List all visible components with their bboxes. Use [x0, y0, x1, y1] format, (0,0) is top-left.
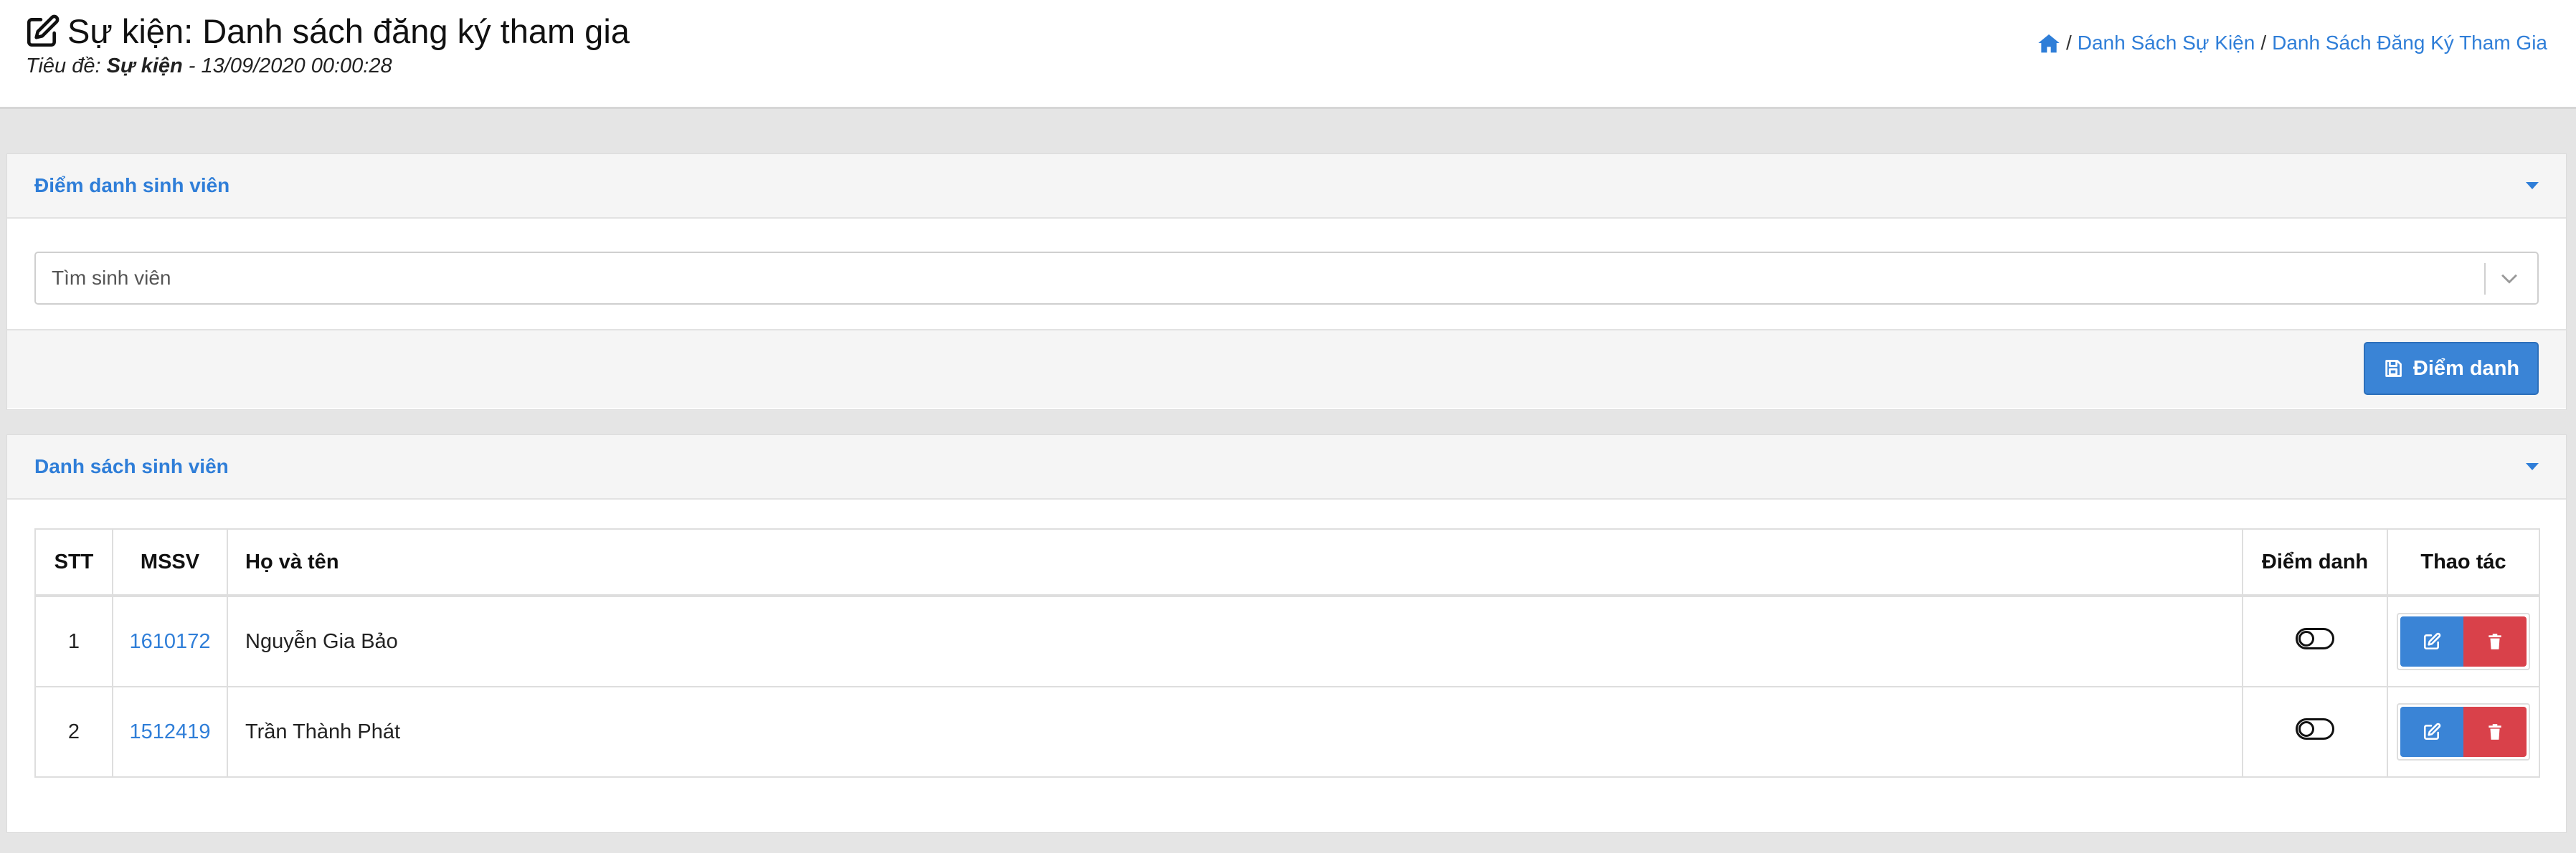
attendance-panel-title: Điểm danh sinh viên — [34, 174, 230, 196]
column-header-mssv: MSSV — [112, 528, 228, 596]
row-mssv-cell: 1512419 — [112, 686, 228, 778]
attendance-panel-footer: Điểm danh — [7, 329, 2566, 408]
row-stt: 1 — [34, 595, 113, 687]
submit-attendance-label: Điểm danh — [2412, 356, 2520, 380]
page-title: Sự kiện: Danh sách đăng ký tham gia — [24, 10, 630, 53]
row-name: Nguyễn Gia Bảo — [227, 595, 2243, 687]
column-header-actions: Thao tác — [2387, 528, 2540, 596]
row-attendance-cell — [2242, 686, 2388, 778]
breadcrumb-registration-list[interactable]: Danh Sách Đăng Ký Tham Gia — [2272, 32, 2547, 54]
edit-button[interactable] — [2400, 616, 2463, 667]
edit-icon — [2423, 723, 2441, 740]
mssv-link[interactable]: 1512419 — [130, 720, 211, 743]
row-action-group — [2397, 703, 2530, 761]
home-icon[interactable] — [2037, 32, 2060, 54]
attendance-toggle[interactable] — [2296, 718, 2334, 740]
row-mssv-cell: 1610172 — [112, 595, 228, 687]
mssv-link[interactable]: 1610172 — [130, 630, 211, 653]
page-title-text: Sự kiện: Danh sách đăng ký tham gia — [67, 12, 630, 50]
toggle-knob — [2298, 720, 2314, 737]
row-attendance-cell — [2242, 595, 2388, 687]
table-row: 2 1512419 Trần Thành Phát — [34, 686, 2540, 778]
student-search-select[interactable]: Tìm sinh viên — [34, 252, 2539, 305]
subtitle-date: - 13/09/2020 00:00:28 — [182, 54, 392, 77]
trash-icon — [2489, 724, 2501, 740]
column-header-name: Họ và tên — [227, 528, 2243, 596]
column-header-stt: STT — [34, 528, 113, 596]
edit-button[interactable] — [2400, 707, 2463, 757]
table-header-row: STT MSSV Họ và tên Điểm danh Thao tác — [34, 528, 2540, 596]
row-stt: 2 — [34, 686, 113, 778]
breadcrumb: / Danh Sách Sự Kiện / Danh Sách Đăng Ký … — [2037, 32, 2547, 54]
chevron-down-icon[interactable] — [2497, 266, 2521, 290]
student-list-panel-header[interactable]: Danh sách sinh viên — [7, 435, 2566, 500]
caret-down-icon[interactable] — [2526, 182, 2539, 189]
breadcrumb-event-list[interactable]: Danh Sách Sự Kiện — [2078, 32, 2255, 54]
row-actions-cell — [2387, 686, 2540, 778]
subtitle-event: Sự kiện — [106, 54, 183, 77]
attendance-panel: Điểm danh sinh viên Tìm sinh viên Điểm d… — [6, 153, 2567, 410]
student-list-panel-title: Danh sách sinh viên — [34, 455, 229, 477]
caret-down-icon[interactable] — [2526, 463, 2539, 470]
student-list-panel: Danh sách sinh viên STT MSSV Họ và tên Đ… — [6, 434, 2567, 833]
page-subtitle: Tiêu đề: Sự kiện - 13/09/2020 00:00:28 — [26, 54, 392, 78]
attendance-panel-header[interactable]: Điểm danh sinh viên — [7, 154, 2566, 219]
breadcrumb-separator: / — [2260, 32, 2267, 54]
page-header: Sự kiện: Danh sách đăng ký tham gia Tiêu… — [0, 0, 2576, 109]
select-divider — [2484, 263, 2486, 295]
breadcrumb-separator: / — [2065, 32, 2072, 54]
column-header-attendance: Điểm danh — [2242, 528, 2388, 596]
student-table: STT MSSV Họ và tên Điểm danh Thao tác 1 … — [34, 528, 2540, 778]
table-row: 1 1610172 Nguyễn Gia Bảo — [34, 595, 2540, 687]
submit-attendance-button[interactable]: Điểm danh — [2364, 342, 2539, 395]
row-name: Trần Thành Phát — [227, 686, 2243, 778]
row-action-group — [2397, 613, 2530, 670]
subtitle-prefix: Tiêu đề: — [26, 54, 107, 77]
save-icon — [2385, 360, 2402, 377]
attendance-toggle[interactable] — [2296, 627, 2334, 649]
toggle-knob — [2298, 630, 2314, 647]
student-search-placeholder: Tìm sinh viên — [52, 267, 171, 289]
edit-icon — [27, 14, 60, 47]
delete-button[interactable] — [2463, 707, 2527, 757]
delete-button[interactable] — [2463, 616, 2527, 667]
edit-icon — [2423, 632, 2441, 650]
trash-icon — [2489, 634, 2501, 649]
row-actions-cell — [2387, 595, 2540, 687]
